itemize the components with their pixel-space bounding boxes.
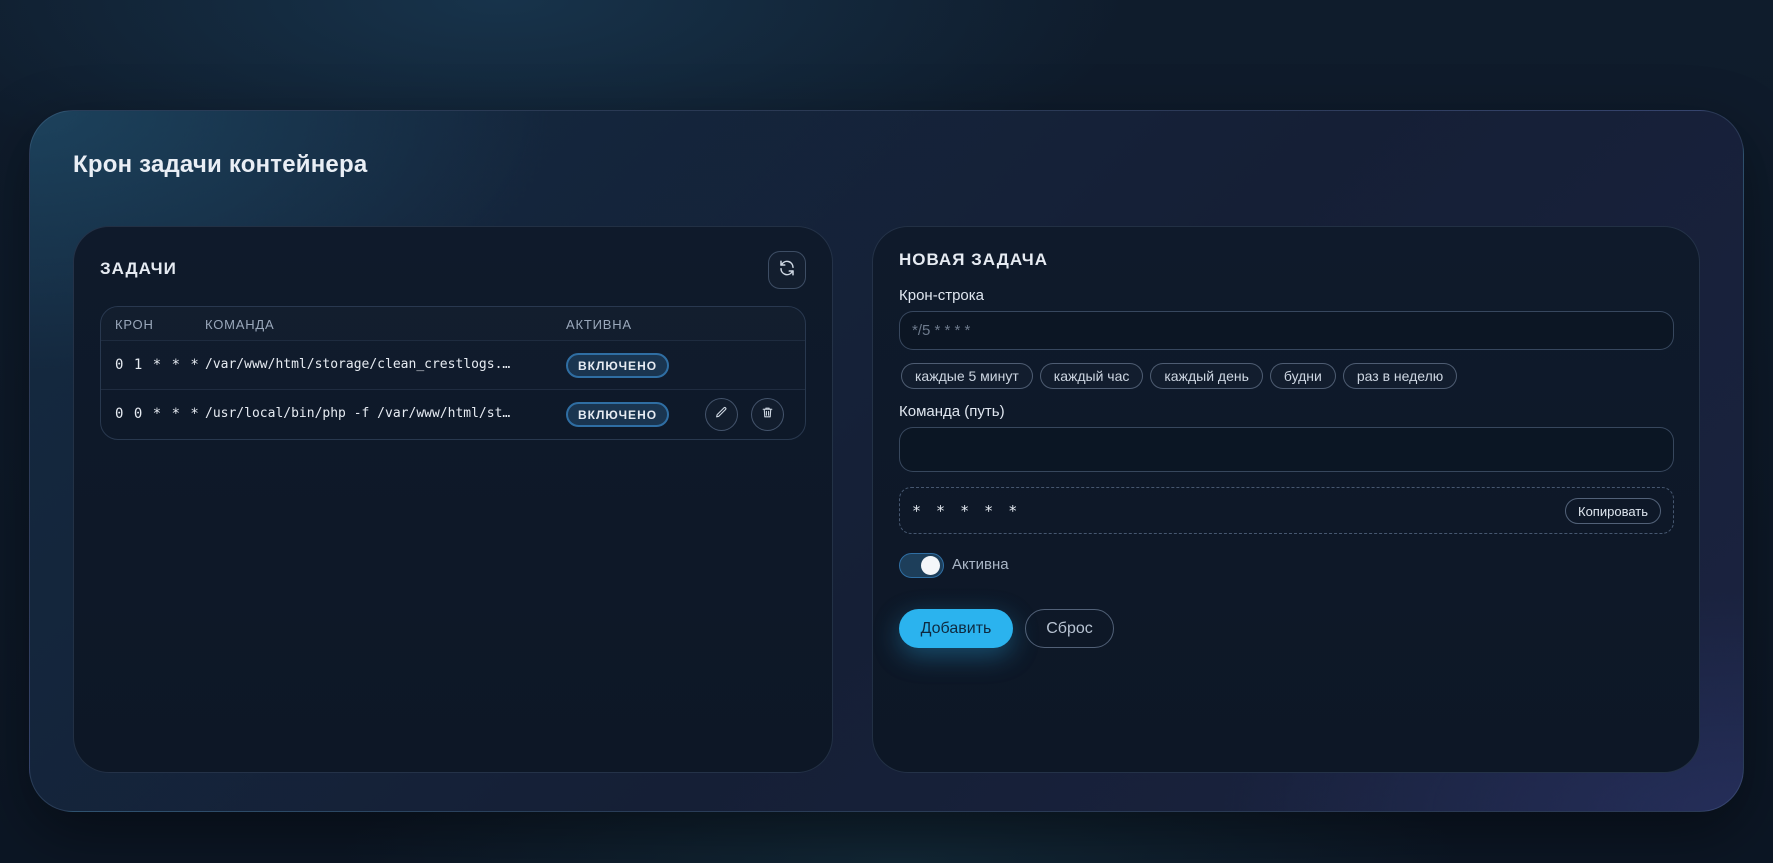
table-header: КРОН КОМАНДА АКТИВНА bbox=[101, 307, 805, 341]
cron-preview-text: * * * * * bbox=[912, 502, 1021, 520]
edit-button[interactable] bbox=[705, 398, 738, 431]
preset-daily[interactable]: каждый день bbox=[1150, 363, 1263, 389]
toggle-knob bbox=[921, 556, 940, 575]
column-header-command: КОМАНДА bbox=[205, 317, 275, 332]
task-cron: 0 0 * * * bbox=[115, 406, 200, 422]
status-badge[interactable]: ВКЛЮЧЕНО bbox=[566, 402, 670, 427]
pencil-icon bbox=[715, 406, 728, 424]
task-command: /usr/local/bin/php -f /var/www/html/stor… bbox=[205, 406, 515, 421]
delete-button[interactable] bbox=[751, 398, 784, 431]
add-button[interactable]: Добавить bbox=[899, 609, 1013, 648]
column-header-cron: КРОН bbox=[115, 317, 154, 332]
table-row[interactable]: 0 0 * * * /usr/local/bin/php -f /var/www… bbox=[101, 390, 805, 439]
table-row[interactable]: 0 1 * * * /var/www/html/storage/clean_cr… bbox=[101, 341, 805, 390]
active-toggle[interactable] bbox=[899, 553, 944, 578]
tasks-heading: ЗАДАЧИ bbox=[100, 259, 177, 278]
preset-hourly[interactable]: каждый час bbox=[1039, 363, 1144, 389]
new-task-heading: НОВАЯ ЗАДАЧА bbox=[899, 250, 1049, 269]
command-input[interactable] bbox=[899, 427, 1674, 472]
cron-field-label: Крон-строка bbox=[899, 287, 984, 304]
column-header-active: АКТИВНА bbox=[566, 317, 632, 332]
new-task-panel: НОВАЯ ЗАДАЧА Крон-строка каждые 5 минут … bbox=[872, 226, 1700, 773]
cron-preview: * * * * * Копировать bbox=[899, 487, 1674, 534]
refresh-button[interactable] bbox=[768, 251, 806, 289]
active-toggle-label: Активна bbox=[952, 556, 1009, 573]
refresh-icon bbox=[778, 259, 796, 282]
command-field-label: Команда (путь) bbox=[899, 403, 1005, 420]
cron-presets: каждые 5 минут каждый час каждый день бу… bbox=[901, 363, 1458, 389]
page-title: Крон задачи контейнера bbox=[73, 151, 368, 178]
cron-tasks-container: Крон задачи контейнера ЗАДАЧИ КРОН КОМАН… bbox=[29, 110, 1744, 812]
cron-input[interactable] bbox=[899, 311, 1674, 350]
preset-weekly[interactable]: раз в неделю bbox=[1342, 363, 1458, 389]
preset-weekdays[interactable]: будни bbox=[1269, 363, 1336, 389]
preset-every-5-minutes[interactable]: каждые 5 минут bbox=[901, 363, 1033, 389]
trash-icon bbox=[761, 406, 774, 424]
copy-button[interactable]: Копировать bbox=[1565, 498, 1661, 524]
reset-button[interactable]: Сброс bbox=[1025, 609, 1114, 648]
task-cron: 0 1 * * * bbox=[115, 357, 200, 373]
tasks-table: КРОН КОМАНДА АКТИВНА 0 1 * * * /var/www/… bbox=[100, 306, 806, 440]
status-badge[interactable]: ВКЛЮЧЕНО bbox=[566, 353, 670, 378]
task-command: /var/www/html/storage/clean_crestlogs.sh bbox=[205, 357, 515, 372]
tasks-panel: ЗАДАЧИ КРОН КОМАНДА АКТИВНА 0 1 * * * /v… bbox=[73, 226, 833, 773]
